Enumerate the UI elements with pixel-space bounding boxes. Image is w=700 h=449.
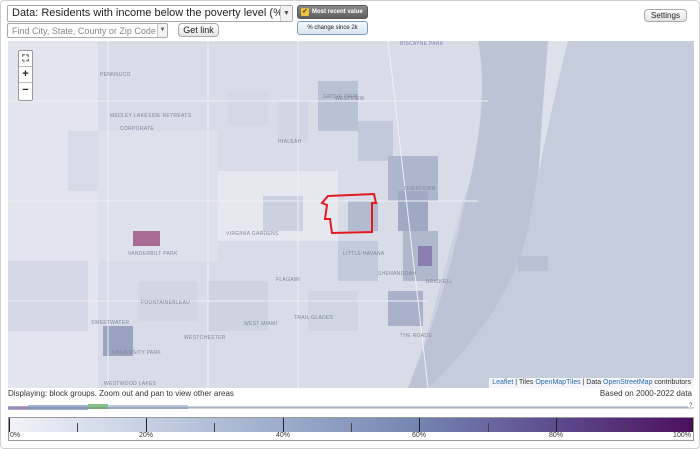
zoom-control: ⛶ + − (18, 50, 33, 101)
search-input[interactable] (8, 24, 156, 37)
map-attribution: Leaflet | Tiles OpenMapTiles | Data Open… (489, 378, 694, 388)
scale-label: 60% (411, 432, 427, 439)
map-label: MEDLEY LAKESIDE RETREATS (110, 113, 192, 119)
map-label: TRAIL GLADES (294, 315, 334, 321)
map-label: HIALEAH (278, 139, 302, 145)
percent-change-button[interactable]: % change since 2k (297, 21, 368, 35)
scale-tick (351, 423, 352, 432)
map-label: PENNSUCO (100, 72, 131, 78)
map-label: VIRGINIA GARDENS (226, 231, 279, 237)
zoom-out-button[interactable]: − (19, 83, 32, 99)
most-recent-value-button[interactable]: ✓ Most recent value (297, 5, 368, 19)
attribution-text: | Tiles (513, 379, 536, 386)
check-icon: ✓ (301, 8, 309, 16)
scale-label: 100% (673, 432, 691, 439)
scale-label: 0% (9, 432, 21, 439)
scale-tick (419, 418, 420, 432)
openmaptiles-link[interactable]: OpenMapTiles (535, 379, 580, 386)
map-label: VANDERBILT PARK (128, 251, 178, 257)
scale-tick (146, 418, 147, 432)
scale-tick (625, 423, 626, 432)
chevron-down-icon: ▼ (280, 6, 292, 21)
map-label: OVERTOWN (404, 186, 436, 192)
display-status: Displaying: block groups. Zoom out and p… (8, 389, 234, 398)
zoom-in-button[interactable]: + (19, 67, 32, 83)
location-search[interactable]: ▼ (7, 23, 168, 38)
map-viewport[interactable]: PENNSUCO MEDLEY LAKESIDE RETREATS CORPOR… (8, 41, 694, 388)
fullscreen-icon[interactable]: ⛶ (19, 51, 32, 67)
scale-tick (9, 418, 10, 432)
leaflet-link[interactable]: Leaflet (492, 379, 513, 386)
openstreetmap-link[interactable]: OpenStreetMap (603, 379, 652, 386)
attribution-text: contributors (652, 379, 691, 386)
color-scale-legend: 0% 20% 40% 60% 80% 100% (8, 417, 694, 441)
map-label: WEST MIAMI (244, 321, 278, 327)
map-label: FOUNTAINEBLEAU (141, 300, 191, 306)
app-window: Data: Residents with income below the po… (0, 0, 700, 449)
map-label: LITTLE HAVANA (343, 251, 385, 257)
map-label: WESTCHESTER (184, 335, 226, 341)
chevron-down-icon[interactable]: ▼ (157, 24, 167, 37)
data-select[interactable]: Data: Residents with income below the po… (7, 5, 293, 22)
scale-label: 80% (548, 432, 564, 439)
distribution-histogram: ? (8, 403, 694, 410)
map-label: BISCAYNE PARK (400, 41, 444, 47)
scale-tick (77, 423, 78, 432)
scale-tick (692, 418, 693, 432)
map-label: BRICKELL (426, 279, 453, 285)
scale-tick (488, 423, 489, 432)
attribution-text: | Data (580, 379, 604, 386)
scale-label: 40% (275, 432, 291, 439)
most-recent-value-label: Most recent value (312, 9, 363, 15)
map-label: SHENANDOAH (378, 271, 417, 277)
map-label: THE ROADS (400, 333, 432, 339)
scale-tick (556, 418, 557, 432)
map-label: UNIVERSITY PARK (112, 350, 162, 356)
map-label: SWEETWATER (91, 320, 130, 326)
scale-tick (214, 423, 215, 432)
data-range-note: Based on 2000-2022 data (599, 389, 692, 398)
map-label: FLAGAMI (276, 277, 301, 283)
map-label: WESTWOOD LAKES (104, 381, 157, 387)
data-select-label: Data: Residents with income below the po… (12, 7, 287, 19)
map-label: WESTVIEW (335, 96, 365, 102)
scale-label: 20% (138, 432, 154, 439)
map-label: CORPORATE (120, 126, 154, 132)
scale-tick (283, 418, 284, 432)
get-link-button[interactable]: Get link (178, 23, 219, 37)
settings-button[interactable]: Settings (644, 9, 687, 22)
